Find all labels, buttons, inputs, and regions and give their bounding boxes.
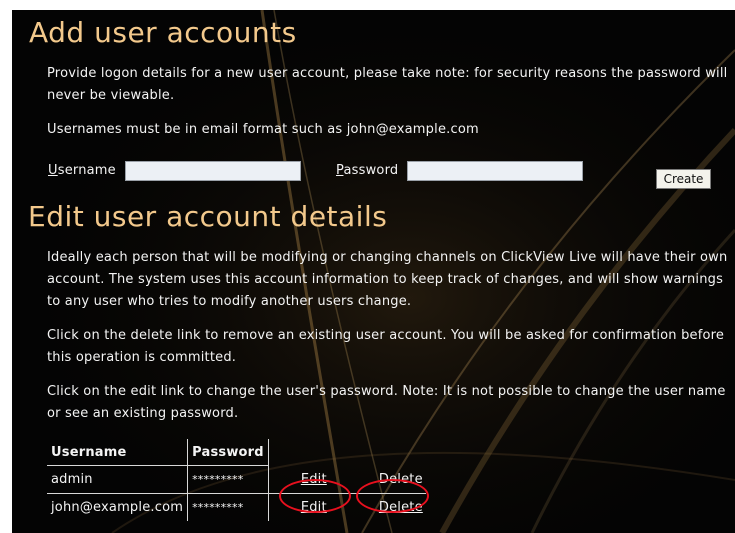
content-panel: Add user accounts Provide logon details … (12, 10, 735, 533)
user-accounts-table: Username Password admin ********* Edit D… (47, 439, 426, 521)
row-password: ********* (187, 465, 269, 494)
username-column-header: Username (47, 439, 188, 466)
edit-column-header (268, 439, 331, 466)
table-header-row: Username Password (47, 439, 426, 466)
row-username: john@example.com (51, 500, 184, 515)
edit-user-account-details-heading: Edit user account details (28, 200, 388, 233)
edit-instructions-text: Click on the edit link to change the use… (47, 384, 726, 421)
username-label: Username (48, 163, 116, 178)
row-username: admin (47, 465, 188, 494)
add-user-accounts-heading: Add user accounts (29, 16, 297, 49)
delete-text-admin: Delete (378, 471, 423, 487)
username-label-text: sername (57, 163, 116, 178)
edit-link-admin[interactable]: Edit (301, 472, 327, 487)
edit-link-john[interactable]: Edit (301, 500, 327, 515)
delete-link-john[interactable]: Delete (379, 500, 423, 515)
username-input[interactable] (125, 161, 301, 181)
password-input[interactable] (407, 161, 583, 181)
row-password: ********* (187, 493, 269, 521)
add-intro-text: Provide logon details for a new user acc… (47, 66, 728, 103)
account-usage-text: Ideally each person that will be modifyi… (47, 250, 728, 309)
page-content: Add user accounts Provide logon details … (12, 10, 735, 533)
username-label-accesskey: U (48, 163, 58, 178)
table-row: john@example.com ********* Edit Delete (47, 493, 426, 521)
delete-column-header (331, 439, 426, 466)
password-column-header: Password (187, 439, 269, 466)
password-label-text: assword (343, 163, 399, 178)
table-row: admin ********* Edit Delete (47, 465, 426, 494)
delete-instructions-text: Click on the delete link to remove an ex… (47, 328, 725, 365)
password-label: Password (336, 163, 398, 178)
username-format-note: Usernames must be in email format such a… (47, 122, 479, 137)
create-button[interactable]: Create (656, 169, 711, 189)
